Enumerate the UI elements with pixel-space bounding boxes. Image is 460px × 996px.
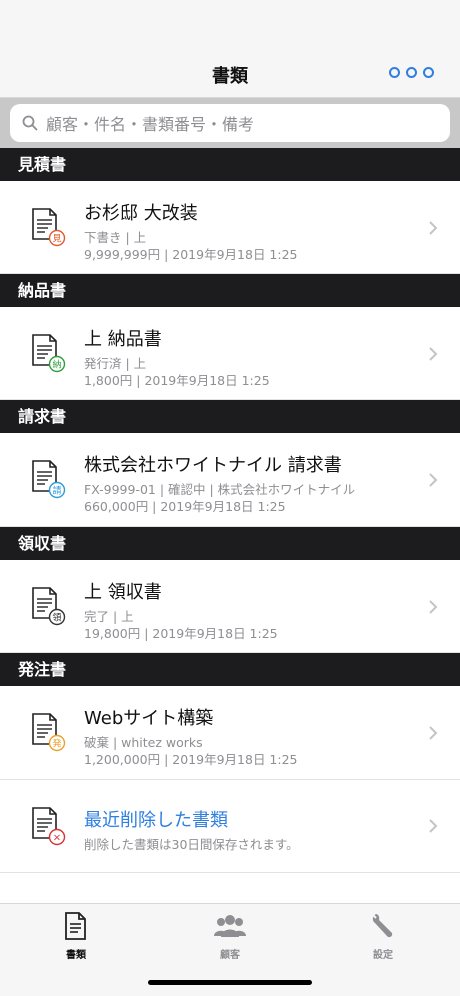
document-row-receipt[interactable]: 領 上 領収書 完了 | 上 19,800円 | 2019年9月18日 1:25 bbox=[0, 560, 460, 653]
people-icon bbox=[214, 915, 246, 937]
document-title: 上 納品書 bbox=[84, 329, 162, 350]
document-amount-date: 9,999,999円 | 2019年9月18日 1:25 bbox=[84, 247, 298, 262]
document-title: 上 領収書 bbox=[84, 582, 162, 603]
document-title: お杉邸 大改装 bbox=[84, 203, 198, 224]
recently-deleted-title: 最近削除した書類 bbox=[84, 810, 228, 831]
wrench-icon bbox=[372, 914, 393, 938]
search-icon bbox=[22, 115, 38, 131]
deleted-document-icon: × bbox=[32, 807, 66, 846]
badge-label: 納 bbox=[52, 359, 61, 371]
tab-label: 顧客 bbox=[220, 950, 240, 961]
document-amount-date: 660,000円 | 2019年9月18日 1:25 bbox=[84, 499, 286, 514]
tab-documents[interactable]: 書類 bbox=[36, 912, 116, 961]
section-header-receipt: 領収書 bbox=[0, 527, 460, 560]
document-amount-date: 1,200,000円 | 2019年9月18日 1:25 bbox=[84, 752, 298, 767]
section-header-purchase-order: 発注書 bbox=[0, 653, 460, 686]
search-input[interactable]: 顧客・件名・書類番号・備考 bbox=[10, 104, 450, 142]
document-icon bbox=[65, 912, 86, 940]
badge-label: 見 bbox=[52, 234, 61, 245]
document-row-purchase-order[interactable]: 発 Webサイト構築 破棄 | whitez works 1,200,000円 … bbox=[0, 686, 460, 780]
home-indicator[interactable] bbox=[148, 980, 312, 985]
badge-label: 請 bbox=[52, 485, 61, 497]
tab-label: 書類 bbox=[66, 950, 86, 961]
document-row-estimate[interactable]: 見 お杉邸 大改装 下書き | 上 9,999,999円 | 2019年9月18… bbox=[0, 181, 460, 274]
tab-customers[interactable]: 顧客 bbox=[190, 912, 270, 961]
tab-label: 設定 bbox=[373, 950, 393, 961]
chevron-right-icon bbox=[429, 600, 438, 614]
recently-deleted-row[interactable]: × 最近削除した書類 削除した書類は30日間保存されます。 bbox=[0, 780, 460, 873]
badge-label: 発 bbox=[52, 738, 61, 750]
search-placeholder: 顧客・件名・書類番号・備考 bbox=[46, 115, 255, 134]
badge-label: × bbox=[53, 833, 61, 844]
section-header-estimate: 見積書 bbox=[0, 148, 460, 181]
document-row-invoice[interactable]: 請 株式会社ホワイトナイル 請求書 FX-9999-01 | 確認中 | 株式会… bbox=[0, 433, 460, 527]
chevron-right-icon bbox=[429, 473, 438, 487]
document-title: 株式会社ホワイトナイル 請求書 bbox=[84, 455, 342, 476]
tab-settings[interactable]: 設定 bbox=[343, 912, 423, 961]
section-header-delivery: 納品書 bbox=[0, 274, 460, 307]
purchase-order-document-icon: 発 bbox=[32, 713, 66, 752]
chevron-right-icon bbox=[429, 726, 438, 740]
document-amount-date: 19,800円 | 2019年9月18日 1:25 bbox=[84, 626, 278, 641]
recently-deleted-note: 削除した書類は30日間保存されます。 bbox=[84, 837, 299, 852]
receipt-document-icon: 領 bbox=[32, 587, 66, 626]
delivery-document-icon: 納 bbox=[32, 334, 66, 373]
badge-label: 領 bbox=[52, 612, 61, 624]
search-bar-container: 顧客・件名・書類番号・備考 bbox=[0, 98, 460, 148]
document-amount-date: 1,800円 | 2019年9月18日 1:25 bbox=[84, 373, 270, 388]
invoice-document-icon: 請 bbox=[32, 460, 66, 499]
chevron-right-icon bbox=[429, 819, 438, 833]
chevron-right-icon bbox=[429, 347, 438, 361]
estimate-document-icon: 見 bbox=[32, 208, 66, 247]
chevron-right-icon bbox=[429, 221, 438, 235]
document-title: Webサイト構築 bbox=[84, 708, 214, 729]
section-header-invoice: 請求書 bbox=[0, 400, 460, 433]
navigation-bar: 書類 bbox=[0, 0, 460, 98]
document-row-delivery[interactable]: 納 上 納品書 発行済 | 上 1,800円 | 2019年9月18日 1:25 bbox=[0, 307, 460, 400]
more-circles-icon[interactable] bbox=[389, 67, 434, 78]
